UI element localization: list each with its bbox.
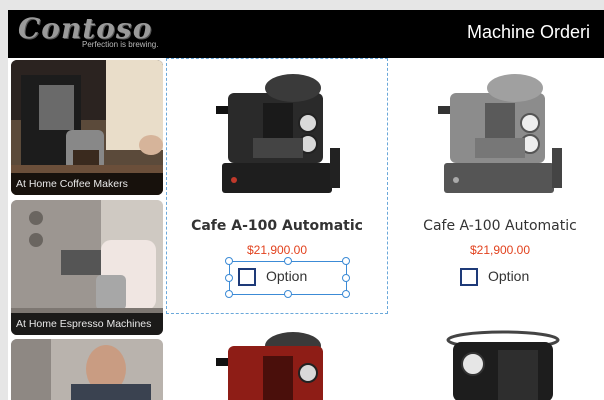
category-tile-third[interactable] bbox=[11, 339, 163, 400]
espresso-machine-image bbox=[438, 74, 562, 193]
resize-handle[interactable] bbox=[342, 257, 350, 265]
category-tile-coffee-makers[interactable]: At Home Coffee Makers bbox=[11, 60, 163, 195]
product-name: Cafe A-100 Automatic bbox=[423, 218, 577, 234]
resize-handle[interactable] bbox=[342, 274, 350, 282]
resize-handle[interactable] bbox=[284, 290, 292, 298]
resize-handle[interactable] bbox=[225, 274, 233, 282]
espresso-machine-image bbox=[216, 332, 323, 400]
app-window: Contoso Perfection is brewing. Machine O… bbox=[8, 10, 604, 400]
espresso-machine-image bbox=[216, 74, 340, 193]
espresso-machine-image bbox=[446, 330, 560, 400]
category-tile-espresso-machines[interactable]: At Home Espresso Machines bbox=[11, 200, 163, 335]
brand-tagline: Perfection is brewing. bbox=[82, 40, 159, 49]
resize-handle[interactable] bbox=[284, 257, 292, 265]
resize-handle[interactable] bbox=[225, 290, 233, 298]
header-bar: Contoso Perfection is brewing. Machine O… bbox=[8, 10, 604, 58]
person-photo bbox=[11, 339, 163, 400]
option-checkbox[interactable]: Option bbox=[452, 262, 570, 290]
product-name: Cafe A-100 Automatic bbox=[191, 218, 363, 234]
resize-handle[interactable] bbox=[342, 290, 350, 298]
category-label: At Home Coffee Makers bbox=[11, 173, 163, 195]
page-title: Machine Orderi bbox=[467, 22, 591, 42]
option-label: Option bbox=[488, 268, 530, 284]
category-label: At Home Espresso Machines bbox=[11, 313, 163, 335]
option-checkbox[interactable]: Option bbox=[225, 257, 350, 298]
category-gallery[interactable]: At Home Coffee Makers At Home Espresso M… bbox=[11, 60, 164, 400]
checkbox-square[interactable] bbox=[460, 268, 478, 286]
product-price: $21,900.00 bbox=[469, 243, 531, 257]
product-price: $21,900.00 bbox=[246, 243, 308, 257]
resize-handle[interactable] bbox=[225, 257, 233, 265]
